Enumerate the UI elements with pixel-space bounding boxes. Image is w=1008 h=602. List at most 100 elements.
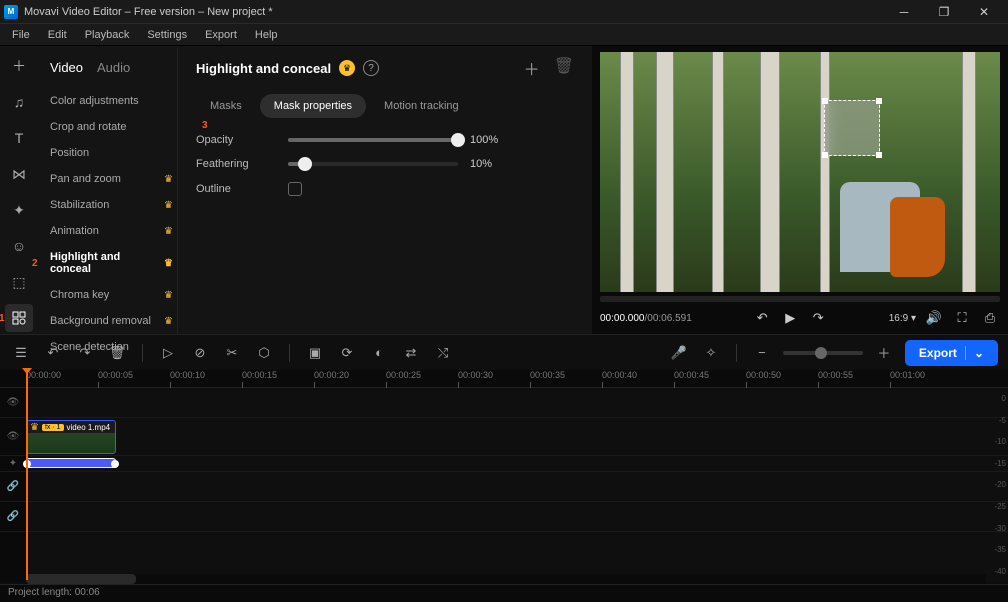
- help-icon[interactable]: ?: [363, 60, 379, 76]
- track-video[interactable]: ♛ fx · 1 video 1.mp4: [26, 418, 1008, 456]
- effect-chroma-key[interactable]: Chroma key♛: [46, 283, 177, 307]
- tl-crop-icon[interactable]: ▣: [304, 345, 326, 361]
- audio-icon[interactable]: ♫: [5, 88, 33, 116]
- crown-icon: ♛: [164, 258, 173, 269]
- status-bar: Project length: 00:06: [0, 584, 1008, 602]
- track-overlay[interactable]: [26, 388, 1008, 418]
- effect-stabilization[interactable]: Stabilization♛: [46, 193, 177, 217]
- menu-edit[interactable]: Edit: [40, 27, 75, 43]
- tl-disable-icon[interactable]: ⊘: [189, 345, 211, 361]
- preview-canvas[interactable]: [600, 52, 1000, 292]
- tl-speed-icon[interactable]: ⇄: [400, 345, 422, 361]
- effect-position[interactable]: Position: [46, 141, 177, 165]
- aspect-ratio[interactable]: 16:9 ▾: [889, 313, 916, 324]
- transitions-icon[interactable]: ⋈: [5, 160, 33, 188]
- tool-rail: ＋ ♫ T ⋈ ✦ ☺ ⬚ 1: [0, 46, 38, 334]
- menu-bar: File Edit Playback Settings Export Help: [0, 24, 1008, 46]
- redo-icon[interactable]: ↷: [808, 310, 828, 326]
- maximize-button[interactable]: ❐: [924, 2, 964, 22]
- fx-clip[interactable]: [26, 458, 116, 468]
- play-icon[interactable]: ▶: [780, 310, 800, 326]
- menu-playback[interactable]: Playback: [77, 27, 138, 43]
- track-head-link[interactable]: 🔗: [0, 472, 26, 502]
- ruler-tick: 00:00:15: [242, 370, 314, 387]
- zoom-slider[interactable]: [783, 351, 863, 355]
- feathering-value: 10%: [470, 158, 518, 170]
- track-extra-1[interactable]: [26, 472, 1008, 502]
- ruler-tick: 00:00:35: [530, 370, 602, 387]
- minimize-button[interactable]: ─: [884, 2, 924, 22]
- ruler-tick: 00:00:25: [386, 370, 458, 387]
- playhead[interactable]: [26, 370, 28, 580]
- track-fx[interactable]: [26, 456, 1008, 472]
- track-head-audio[interactable]: 🔗: [0, 502, 26, 532]
- menu-settings[interactable]: Settings: [139, 27, 195, 43]
- tl-mic-icon[interactable]: 🎤: [668, 345, 690, 361]
- zoom-out-icon[interactable]: −: [751, 345, 773, 360]
- clip-name: video 1.mp4: [67, 423, 111, 432]
- fullscreen-icon[interactable]: ⛶: [952, 310, 972, 326]
- annotation-marker-1: 1: [0, 313, 5, 324]
- app-icon: M: [4, 5, 18, 19]
- ruler-tick: 00:00:20: [314, 370, 386, 387]
- menu-export[interactable]: Export: [197, 27, 245, 43]
- feathering-label: Feathering: [196, 158, 276, 170]
- text-icon[interactable]: T: [5, 124, 33, 152]
- tab-audio[interactable]: Audio: [97, 60, 130, 75]
- effects-panel: Video Audio Color adjustments Crop and r…: [38, 46, 178, 334]
- snapshot-icon[interactable]: ⎙: [980, 310, 1000, 326]
- menu-file[interactable]: File: [4, 27, 38, 43]
- track-head-video[interactable]: 👁: [0, 418, 26, 456]
- effect-highlight-conceal[interactable]: 2 Highlight and conceal♛: [46, 245, 177, 281]
- add-mask-button[interactable]: ＋: [524, 56, 540, 80]
- outline-checkbox[interactable]: [288, 182, 302, 196]
- tl-settings-icon[interactable]: ☰: [10, 345, 32, 361]
- export-button[interactable]: Export⌄: [905, 340, 998, 366]
- elements-icon[interactable]: ⬚: [5, 268, 33, 296]
- add-icon[interactable]: ＋: [5, 52, 33, 80]
- video-clip[interactable]: ♛ fx · 1 video 1.mp4: [26, 420, 116, 454]
- window-title: Movavi Video Editor – Free version – New…: [24, 6, 884, 18]
- db-scale: 0-5-10 -15-20-25 -30-35-40: [986, 388, 1006, 582]
- subtab-masks[interactable]: Masks: [196, 94, 256, 118]
- menu-help[interactable]: Help: [247, 27, 286, 43]
- volume-icon[interactable]: 🔊: [924, 310, 944, 326]
- tl-shuffle-icon[interactable]: ⤭: [432, 345, 454, 361]
- crown-icon: ♛: [164, 316, 173, 327]
- outline-label: Outline: [196, 183, 276, 195]
- effect-crop-rotate[interactable]: Crop and rotate: [46, 115, 177, 139]
- tl-ai-icon[interactable]: ✧: [700, 345, 722, 361]
- feathering-slider[interactable]: [288, 162, 458, 166]
- tl-color-icon[interactable]: ◐: [368, 345, 390, 360]
- effect-animation[interactable]: Animation♛: [46, 219, 177, 243]
- more-tools-icon[interactable]: 1: [5, 304, 33, 332]
- mask-overlay[interactable]: [824, 100, 880, 156]
- tl-marker-icon[interactable]: ⬡: [253, 345, 275, 361]
- effect-pan-zoom[interactable]: Pan and zoom♛: [46, 167, 177, 191]
- opacity-label: Opacity: [196, 134, 276, 146]
- scrollbar-thumb[interactable]: [26, 574, 136, 584]
- zoom-in-icon[interactable]: ＋: [873, 343, 895, 362]
- tab-video[interactable]: Video: [50, 60, 83, 75]
- track-head-overlay[interactable]: 👁: [0, 388, 26, 418]
- delete-mask-button[interactable]: 🗑: [554, 56, 574, 80]
- effect-background-removal[interactable]: Background removal♛: [46, 309, 177, 333]
- effects-icon[interactable]: ✦: [5, 196, 33, 224]
- track-extra-2[interactable]: [26, 502, 1008, 532]
- effect-color-adjustments[interactable]: Color adjustments: [46, 89, 177, 113]
- close-button[interactable]: ✕: [964, 2, 1004, 22]
- timeline-ruler[interactable]: 00:00:00 00:00:05 00:00:10 00:00:15 00:0…: [0, 370, 1008, 388]
- undo-icon[interactable]: ↶: [752, 310, 772, 326]
- stickers-icon[interactable]: ☺: [5, 232, 33, 260]
- timecode: 00:00.000/00:06.591: [600, 313, 692, 324]
- subtab-motion-tracking[interactable]: Motion tracking: [370, 94, 473, 118]
- opacity-slider[interactable]: [288, 138, 458, 142]
- preview-scrubber[interactable]: [600, 296, 1000, 302]
- subtab-mask-properties[interactable]: Mask properties: [260, 94, 366, 118]
- tl-rotate-icon[interactable]: ⟳: [336, 345, 358, 361]
- ruler-tick: 00:01:00: [890, 370, 962, 387]
- tl-split-icon[interactable]: ✂: [221, 345, 243, 361]
- opacity-value: 100%: [470, 134, 518, 146]
- effect-scene-detection[interactable]: Scene detection: [46, 335, 177, 359]
- timeline-scrollbar[interactable]: [26, 574, 986, 584]
